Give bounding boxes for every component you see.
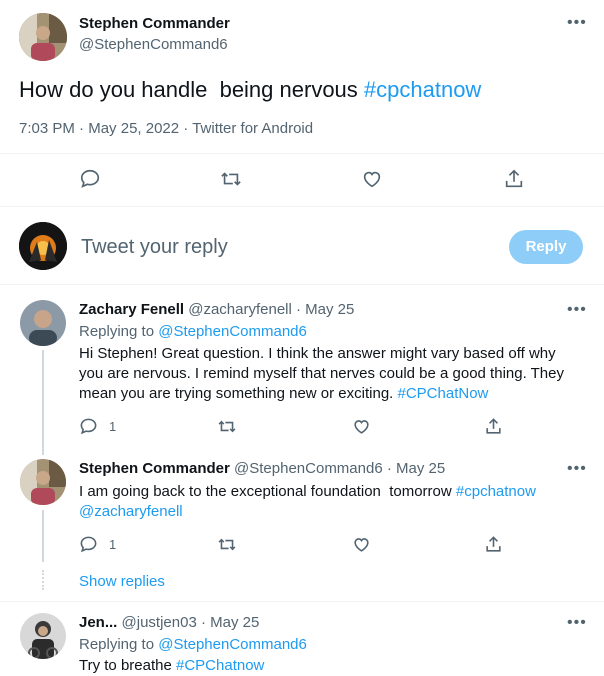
meta-separator: · <box>183 120 189 137</box>
share-button[interactable] <box>484 417 503 436</box>
reply-text-segment: I am going back to the exceptional found… <box>79 483 456 500</box>
replying-to: Replying to @StephenCommand6 <box>79 322 307 342</box>
reply-text-segment: mean you are trying something new or exc… <box>79 385 398 402</box>
like-button[interactable] <box>352 417 371 436</box>
replying-to-handle[interactable]: @StephenCommand6 <box>158 323 307 340</box>
meta-separator: · <box>296 301 301 318</box>
divider <box>0 601 604 602</box>
author-avatar[interactable] <box>19 13 67 61</box>
reply-count: 1 <box>109 537 117 552</box>
tweet-hashtag[interactable]: #cpchatnow <box>364 77 481 102</box>
thread-dotted-line <box>42 570 44 590</box>
tweet-body: How do you handle being nervous <box>19 77 364 102</box>
reply-text-segment: Try to breathe <box>79 657 176 674</box>
reply-author-handle[interactable]: @justjen03 <box>122 614 197 631</box>
reply-input[interactable]: Tweet your reply <box>81 236 228 259</box>
more-dots-icon[interactable]: ••• <box>567 461 587 477</box>
heart-icon <box>354 538 369 552</box>
reply-button[interactable] <box>79 168 101 190</box>
reply-button[interactable]: 1 <box>79 535 116 554</box>
share-button[interactable] <box>484 535 503 554</box>
reply-author-name[interactable]: Jen... <box>79 614 117 631</box>
reply-date[interactable]: May 25 <box>396 460 445 477</box>
share-button[interactable] <box>503 168 525 190</box>
reply-date[interactable]: May 25 <box>305 301 354 318</box>
divider <box>0 206 604 207</box>
more-dots-icon[interactable]: ••• <box>567 15 587 31</box>
divider <box>0 284 604 285</box>
reply-text-line: I am going back to the exceptional found… <box>79 482 589 502</box>
reply-submit-button[interactable]: Reply <box>509 230 583 264</box>
user-avatar[interactable] <box>19 222 67 270</box>
reply-text-line: you are nervous. I remind myself that ne… <box>79 365 564 382</box>
tweet-text: How do you handle being nervous #cpchatn… <box>19 76 481 104</box>
reply-header: Stephen Commander @StephenCommand6 · May… <box>79 460 445 477</box>
avatar[interactable] <box>20 613 66 659</box>
share-icon <box>486 418 501 434</box>
tweet-meta: 7:03 PM · May 25, 2022 · Twitter for And… <box>19 120 313 137</box>
reply-header: Zachary Fenell @zacharyfenell · May 25 <box>79 301 354 318</box>
reply-header: Jen... @justjen03 · May 25 <box>79 614 259 631</box>
meta-separator: · <box>79 120 85 137</box>
speech-bubble-icon <box>80 536 97 553</box>
reply-text-line: Hi Stephen! Great question. I think the … <box>79 345 556 362</box>
replying-to: Replying to @StephenCommand6 <box>79 635 307 655</box>
meta-separator: · <box>200 614 206 631</box>
retweet-icon <box>218 538 236 551</box>
retweet-button[interactable] <box>219 168 243 190</box>
share-icon <box>486 536 501 552</box>
reply-author-name[interactable]: Zachary Fenell <box>79 301 184 318</box>
retweet-icon <box>218 420 236 433</box>
avatar[interactable] <box>20 459 66 505</box>
replying-to-label: Replying to <box>79 323 159 340</box>
tweet-date[interactable]: May 25, 2022 <box>88 120 179 137</box>
share-icon <box>505 169 523 188</box>
divider <box>0 153 604 154</box>
more-dots-icon[interactable]: ••• <box>567 615 587 631</box>
retweet-button[interactable] <box>217 535 237 554</box>
tweet-time[interactable]: 7:03 PM <box>19 120 75 137</box>
reply-text-line: mean you are trying something new or exc… <box>79 384 589 404</box>
show-replies-link[interactable]: Show replies <box>79 573 165 590</box>
avatar[interactable] <box>20 300 66 346</box>
heart-icon <box>354 420 369 434</box>
like-button[interactable] <box>361 168 383 190</box>
speech-bubble-icon <box>80 169 100 188</box>
meta-separator: · <box>386 460 392 477</box>
tweet-source[interactable]: Twitter for Android <box>192 120 313 137</box>
retweet-button[interactable] <box>217 417 237 436</box>
reply-author-handle[interactable]: @zacharyfenell <box>188 301 292 318</box>
reply-hashtag[interactable]: #CPChatNow <box>398 385 489 402</box>
reply-button[interactable]: 1 <box>79 417 116 436</box>
author-name[interactable]: Stephen Commander <box>79 15 230 32</box>
author-handle[interactable]: @StephenCommand6 <box>79 36 228 53</box>
reply-hashtag[interactable]: #CPChatnow <box>176 657 264 674</box>
reply-author-handle[interactable]: @StephenCommand6 <box>234 460 383 477</box>
replying-to-label: Replying to <box>79 636 159 653</box>
like-button[interactable] <box>352 535 371 554</box>
reply-author-name[interactable]: Stephen Commander <box>79 460 230 477</box>
reply-date[interactable]: May 25 <box>210 614 259 631</box>
reply-text: Try to breathe #CPChatnow <box>79 656 264 676</box>
retweet-icon <box>221 172 241 186</box>
reply-count: 1 <box>109 419 117 434</box>
reply-text: Hi Stephen! Great question. I think the … <box>79 344 589 404</box>
thread-line <box>42 350 44 455</box>
heart-icon <box>363 171 381 188</box>
reply-hashtag[interactable]: #cpchatnow <box>456 483 536 500</box>
reply-mention[interactable]: @zacharyfenell <box>79 502 589 522</box>
thread-line <box>42 510 44 562</box>
more-dots-icon[interactable]: ••• <box>567 302 587 318</box>
replying-to-handle[interactable]: @StephenCommand6 <box>158 636 307 653</box>
speech-bubble-icon <box>80 418 97 435</box>
reply-text: I am going back to the exceptional found… <box>79 482 589 522</box>
